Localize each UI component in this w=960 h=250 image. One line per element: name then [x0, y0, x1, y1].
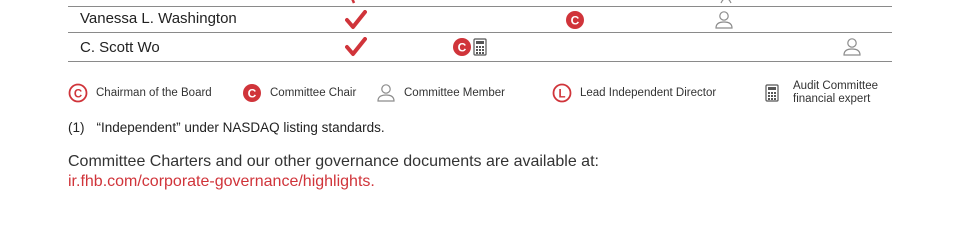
legend-label: Committee Member: [404, 86, 505, 99]
charters-text: Committee Charters and our other governa…: [68, 153, 599, 170]
check-icon: [345, 9, 367, 29]
partial-member-icon: [720, 0, 732, 4]
partial-check-icon: [351, 0, 356, 4]
legend: C Chairman of the Board C Committee Chai…: [68, 79, 898, 109]
legend-label: Audit Committee financial expert: [793, 80, 878, 106]
legend-committee-member: Committee Member: [376, 79, 505, 107]
calculator-icon: [765, 84, 779, 102]
legend-label: Lead Independent Director: [580, 86, 717, 99]
committee-member-icon: [377, 84, 395, 102]
legend-label: Chairman of the Board: [96, 86, 212, 99]
footnote-text: “Independent” under NASDAQ listing stand…: [96, 120, 385, 135]
legend-label-line2: financial expert: [793, 93, 871, 105]
charters-note: Committee Charters and our other governa…: [68, 152, 599, 192]
committee-chair-icon: C: [566, 10, 584, 29]
table-row: Vanessa L. Washington C: [68, 7, 892, 33]
svg-text:C: C: [571, 13, 580, 27]
legend-lead-independent: L Lead Independent Director: [552, 79, 716, 107]
legend-committee-chair: C Committee Chair: [242, 79, 356, 107]
check-icon: [345, 37, 367, 56]
calculator-icon: [473, 38, 487, 56]
director-name: C. Scott Wo: [80, 39, 160, 56]
table-row: C. Scott Wo C: [68, 33, 892, 62]
committee-member-icon: [715, 10, 733, 29]
svg-text:C: C: [458, 41, 467, 55]
committee-chair-icon: C: [243, 84, 261, 102]
footnote-number: (1): [68, 120, 85, 135]
committee-member-cell: [714, 7, 734, 32]
independent-cell: [345, 33, 367, 61]
lead-independent-icon: L: [552, 83, 572, 103]
legend-label-line1: Audit Committee: [793, 80, 879, 92]
audit-chair-cell: C: [452, 33, 487, 61]
committee-chair-icon: C: [453, 38, 471, 56]
governance-link[interactable]: ir.fhb.com/corporate-governance/highligh…: [68, 172, 599, 192]
legend-audit-expert: Audit Committee financial expert: [765, 79, 878, 107]
svg-text:C: C: [74, 88, 82, 100]
committee-member-cell: [842, 33, 862, 61]
legend-chairman: C Chairman of the Board: [68, 79, 212, 107]
footnote: (1) “Independent” under NASDAQ listing st…: [68, 120, 385, 135]
committee-chair-cell: C: [565, 7, 585, 32]
svg-text:L: L: [558, 88, 565, 100]
legend-label: Committee Chair: [270, 86, 357, 99]
director-name: Vanessa L. Washington: [80, 10, 237, 27]
svg-text:C: C: [248, 87, 257, 101]
independent-cell: [345, 7, 367, 32]
committee-member-icon: [843, 38, 861, 56]
chairman-icon: C: [68, 83, 88, 103]
